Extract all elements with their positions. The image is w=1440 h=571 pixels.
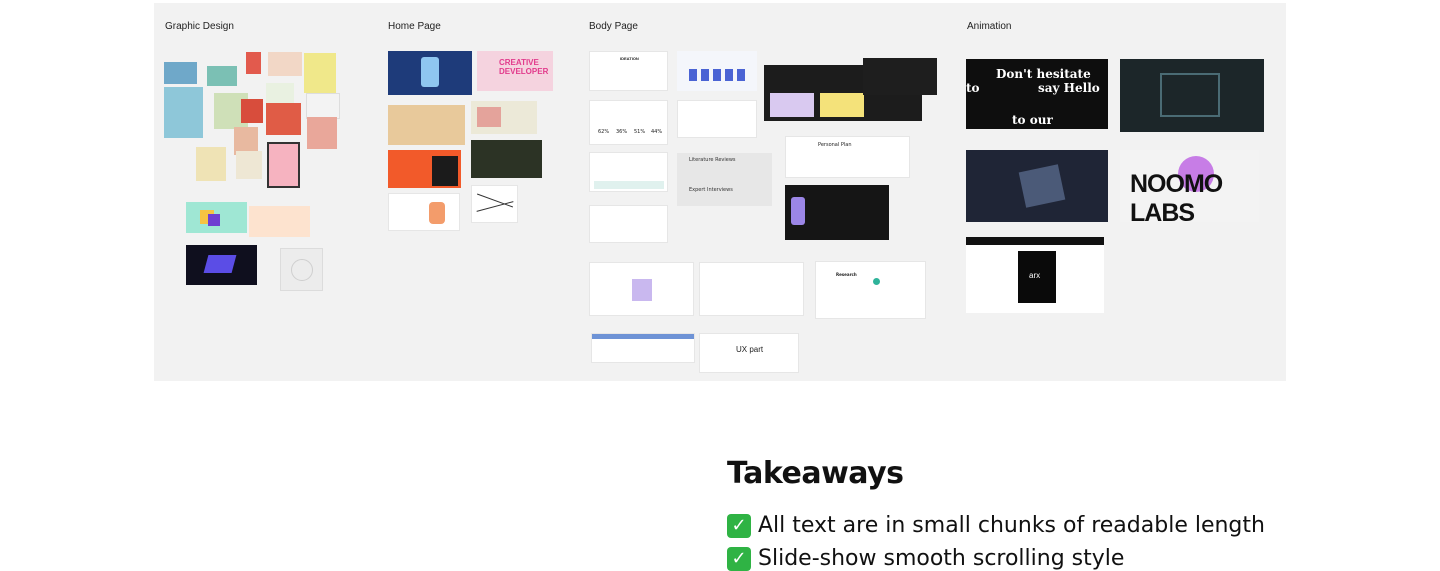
illustration-thumbnail — [164, 87, 203, 138]
website-thumbnail — [388, 51, 472, 95]
noomo-labs-text: NOOMO LABS — [1130, 170, 1223, 222]
illustration-thumbnail — [207, 66, 237, 86]
website-thumbnail — [388, 150, 461, 188]
website-thumbnail: Personal Plan — [785, 136, 910, 178]
illustration-thumbnail — [304, 53, 336, 93]
website-thumbnail: CREATIVE DEVELOPER — [477, 51, 553, 91]
list-item: ✓ All text are in small chunks of readab… — [727, 509, 1427, 542]
website-thumbnail — [388, 193, 460, 231]
website-thumbnail — [785, 185, 889, 240]
illustration-thumbnail — [249, 206, 310, 237]
illustration-thumbnail — [236, 151, 262, 179]
website-thumbnail — [677, 100, 757, 138]
say-hello-text: say Hello — [1038, 81, 1100, 95]
animation-thumbnail: NOOMO LABS — [1120, 150, 1259, 222]
website-thumbnail — [388, 105, 465, 145]
ideation-text: IDEATION — [620, 56, 639, 61]
column-title-home-page: Home Page — [388, 21, 441, 32]
animation-thumbnail: arx — [966, 237, 1104, 313]
takeaways-list: ✓ All text are in small chunks of readab… — [727, 509, 1427, 571]
takeaway-text: Slide-show smooth scrolling style — [758, 546, 1125, 571]
website-thumbnail — [677, 51, 757, 91]
animation-thumbnail — [1120, 59, 1264, 132]
creative-developer-text: CREATIVE DEVELOPER — [499, 58, 549, 76]
stat-text: 62% — [598, 129, 610, 135]
website-thumbnail — [589, 152, 668, 192]
website-thumbnail: Research — [815, 261, 926, 319]
moodboard-canvas: Graphic Design Home Page Body Page Anima… — [154, 3, 1286, 381]
takeaway-text: All text are in small chunks of readable… — [758, 513, 1265, 538]
illustration-thumbnail — [306, 93, 340, 119]
illustration-thumbnail — [186, 245, 257, 285]
ux-part-text: UX part — [736, 345, 764, 354]
takeaways-section: Takeaways ✓ All text are in small chunks… — [727, 456, 1427, 571]
website-thumbnail — [589, 205, 668, 243]
research-text: Research — [836, 272, 857, 277]
animation-thumbnail — [966, 150, 1108, 222]
illustration-thumbnail — [246, 52, 261, 74]
illustration-thumbnail — [241, 99, 263, 123]
takeaways-title: Takeaways — [727, 456, 904, 491]
expert-interviews-text: Expert Interviews — [689, 187, 733, 193]
animation-thumbnail: Don't hesitate to say Hello to our — [966, 59, 1108, 129]
check-mark-icon: ✓ — [727, 546, 751, 571]
website-thumbnail — [591, 333, 695, 363]
website-thumbnail — [699, 262, 804, 316]
illustration-thumbnail — [280, 248, 323, 291]
website-thumbnail — [589, 262, 694, 316]
literature-reviews-text: Literature Reviews — [689, 157, 736, 163]
illustration-thumbnail — [266, 103, 301, 135]
illustration-thumbnail — [268, 52, 302, 76]
stat-text: 51% — [634, 129, 646, 135]
illustration-thumbnail — [307, 117, 337, 149]
website-thumbnail: UX part — [699, 333, 799, 373]
website-thumbnail: Literature Reviews Expert Interviews — [677, 153, 772, 206]
list-item: ✓ Slide-show smooth scrolling style — [727, 542, 1427, 571]
dont-hesitate-text: Don't hesitate — [996, 67, 1091, 81]
illustration-thumbnail — [164, 62, 197, 84]
illustration-thumbnail — [267, 142, 300, 188]
to-our-text: to our — [1012, 113, 1053, 127]
website-thumbnail — [471, 185, 518, 223]
column-title-body-page: Body Page — [589, 21, 638, 32]
website-thumbnail — [471, 140, 542, 178]
website-thumbnail: 62% 36% 51% 44% — [589, 100, 668, 145]
website-thumbnail — [471, 101, 537, 134]
column-title-animation: Animation — [967, 21, 1012, 32]
personal-plan-text: Personal Plan — [818, 142, 852, 148]
website-thumbnail: IDEATION — [589, 51, 668, 91]
stat-text: 44% — [651, 129, 663, 135]
column-title-graphic-design: Graphic Design — [165, 21, 234, 32]
website-thumbnail — [863, 58, 937, 95]
illustration-thumbnail — [186, 202, 247, 233]
check-mark-icon: ✓ — [727, 513, 751, 538]
stat-text: 36% — [616, 129, 628, 135]
illustration-thumbnail — [196, 147, 226, 181]
arx-text: arx — [1029, 271, 1041, 280]
to-text: to — [966, 81, 980, 95]
